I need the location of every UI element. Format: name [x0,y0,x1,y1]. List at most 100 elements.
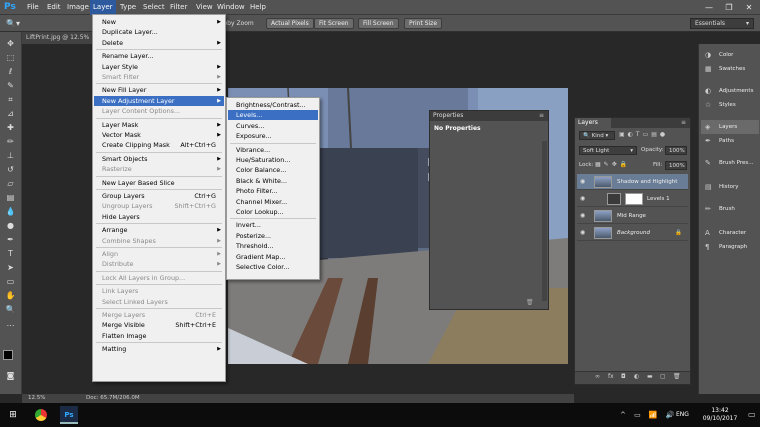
crop-tool-icon[interactable]: ⌗ [3,94,18,106]
visibility-eye-icon[interactable]: ◉ [580,225,585,241]
layer-menu-item-vector-mask[interactable]: Vector Mask ▶ [94,130,224,140]
menu-file[interactable]: File [24,0,42,15]
windows-start-icon[interactable]: ⊞ [4,406,22,424]
folder-icon[interactable]: ▬ [647,373,653,380]
marquee-tool-icon[interactable]: ⬚ [3,52,18,64]
more-tools-icon[interactable]: ⋯ [3,320,18,332]
adjustment-item-curves[interactable]: Curves... [228,121,318,131]
opacity-input[interactable]: 100% [665,146,687,155]
trash-icon[interactable]: 🗑 [526,299,534,306]
menu-layer[interactable]: Layer [90,0,116,15]
pen-tool-icon[interactable]: ✒ [3,234,18,246]
layer-menu-item-create-clipping-mask[interactable]: Create Clipping Mask Alt+Ctrl+G [94,140,224,150]
eraser-tool-icon[interactable]: ▱ [3,178,18,190]
layer-row-shadow-and-highlight[interactable]: ◉ Shadow and Highlight [577,174,688,190]
language-indicator[interactable]: ENG [676,411,689,418]
layer-row-mid-range[interactable]: ◉ Mid Range [577,208,688,224]
actual-pixels-button[interactable]: Actual Pixels [266,18,314,29]
visibility-eye-icon[interactable]: ◉ [580,174,585,190]
menu-help[interactable]: Help [247,0,269,15]
layer-menu-item-new-layer-based-slice[interactable]: New Layer Based Slice [94,178,224,188]
adjustment-item-color-balance[interactable]: Color Balance... [228,165,318,175]
layer-menu-item-new-fill-layer[interactable]: New Fill Layer ▶ [94,85,224,95]
panel-button-history[interactable]: ▤ History [701,180,759,194]
brush-tool-icon[interactable]: ✏ [3,136,18,148]
menu-view[interactable]: View [193,0,216,15]
menu-filter[interactable]: Filter [167,0,190,15]
layer-menu-item-new-adjustment-layer[interactable]: New Adjustment Layer ▶ [94,95,224,106]
panel-button-layers[interactable]: ◈ Layers [701,120,759,134]
workspace-select[interactable]: Essentials ▾ [690,18,754,29]
move-tool-icon[interactable]: ✥ [3,38,18,50]
panel-button-adjustments[interactable]: ◐ Adjustments [701,84,759,98]
adjustment-item-levels[interactable]: Levels... [228,110,318,121]
filter-kind-select[interactable]: 🔍 Kind ▾ [579,131,615,140]
lock-icons[interactable]: ▦✎✥🔒 [595,161,630,168]
visibility-eye-icon[interactable]: ◉ [580,208,585,224]
panel-button-color[interactable]: ◑ Color [701,48,759,62]
adjustment-item-threshold[interactable]: Threshold... [228,241,318,251]
panel-button-brush[interactable]: ✏ Brush [701,202,759,216]
path-select-tool-icon[interactable]: ➤ [3,262,18,274]
type-tool-icon[interactable]: T [3,248,18,260]
fx-icon[interactable]: fx [608,373,614,380]
layer-menu-item-flatten-image[interactable]: Flatten Image [94,331,224,341]
dodge-tool-icon[interactable]: ● [3,220,18,232]
panel-button-brush-pres[interactable]: ✎ Brush Pres... [701,156,759,170]
tray-icons[interactable]: ^ ▭ 📶 🔊 [620,411,678,419]
layer-row-levels-1[interactable]: ◉ Levels 1 [577,191,688,207]
layer-name[interactable]: Mid Range [617,208,646,224]
minimize-button[interactable]: — [700,0,718,15]
layer-menu-item-hide-layers[interactable]: Hide Layers [94,212,224,222]
trash-icon[interactable]: 🗑 [673,373,681,380]
restore-button[interactable]: ❐ [720,0,738,15]
hand-tool-icon[interactable]: ✋ [3,290,18,302]
adjustment-item-color-lookup[interactable]: Color Lookup... [228,207,318,217]
blur-tool-icon[interactable]: 💧 [3,206,18,218]
panel-button-character[interactable]: A Character [701,226,759,240]
link-icon[interactable]: ∞ [595,373,600,380]
panel-button-styles[interactable]: ☆ Styles [701,98,759,112]
notifications-icon[interactable]: ▭ [748,410,756,419]
history-brush-tool-icon[interactable]: ↺ [3,164,18,176]
clock[interactable]: 13:42 09/10/2017 [696,407,744,423]
menu-type[interactable]: Type [117,0,139,15]
layer-menu-item-rename-layer[interactable]: Rename Layer... [94,51,224,61]
zoom-tool-icon[interactable]: 🔍 [3,304,18,316]
gradient-tool-icon[interactable]: ▤ [3,192,18,204]
quick-select-tool-icon[interactable]: ✎ [3,80,18,92]
layer-menu-item-smart-objects[interactable]: Smart Objects ▶ [94,154,224,164]
panel-menu-icon[interactable]: ≡ [539,112,544,119]
layer-menu-item-delete[interactable]: Delete ▶ [94,38,224,48]
close-button[interactable]: ✕ [740,0,758,15]
print-size-button[interactable]: Print Size [404,18,443,29]
clone-stamp-tool-icon[interactable]: ⊥ [3,150,18,162]
document-tab[interactable]: LiftPrint.jpg @ 12.5% [22,32,97,44]
blend-mode-select[interactable]: Soft Light ▾ [579,146,637,155]
chrome-icon[interactable] [32,406,50,424]
eyedropper-tool-icon[interactable]: ⊿ [3,108,18,120]
layer-menu-item-layer-mask[interactable]: Layer Mask ▶ [94,120,224,130]
adjustment-item-gradient-map[interactable]: Gradient Map... [228,252,318,262]
mask-icon[interactable]: ◘ [621,373,626,380]
layer-menu-item-matting[interactable]: Matting ▶ [94,344,224,354]
properties-tab[interactable]: Properties [430,111,548,121]
properties-scrollbar[interactable] [542,141,547,301]
adjustment-item-photo-filter[interactable]: Photo Filter... [228,186,318,196]
adjustment-item-selective-color[interactable]: Selective Color... [228,262,318,272]
layer-menu-item-duplicate-layer[interactable]: Duplicate Layer... [94,27,224,37]
filter-icons[interactable]: ▣◐T▭▤● [619,131,668,138]
adjustment-item-hue-saturation[interactable]: Hue/Saturation... [228,155,318,165]
menu-image[interactable]: Image [64,0,92,15]
adjustment-item-exposure[interactable]: Exposure... [228,131,318,141]
adjustment-item-posterize[interactable]: Posterize... [228,231,318,241]
healing-tool-icon[interactable]: ✚ [3,122,18,134]
panel-button-swatches[interactable]: ▦ Swatches [701,62,759,76]
layer-name[interactable]: Background [617,225,650,241]
new-layer-icon[interactable]: ▢ [660,373,666,380]
adjustment-item-vibrance[interactable]: Vibrance... [228,145,318,155]
layer-name[interactable]: Shadow and Highlight [617,174,677,190]
visibility-eye-icon[interactable]: ◉ [580,191,585,207]
layer-menu-item-layer-style[interactable]: Layer Style ▶ [94,62,224,72]
fill-screen-button[interactable]: Fill Screen [358,18,399,29]
